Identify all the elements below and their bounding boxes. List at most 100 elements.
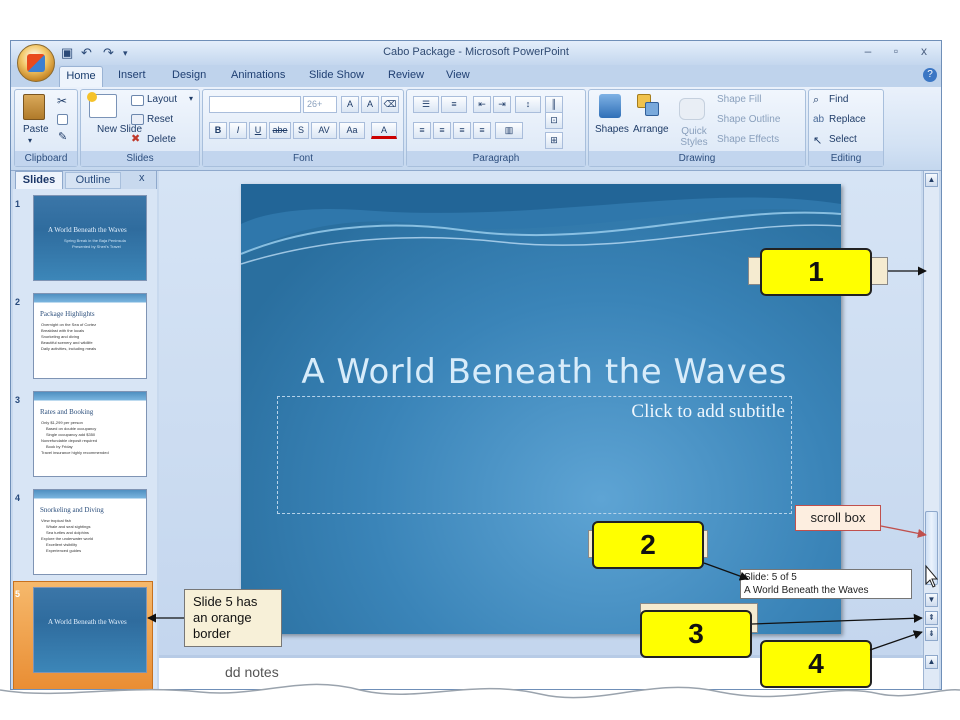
vertical-scrollbar[interactable]: ▲ ▼ ⇞ ⇟ ▲ [923, 171, 939, 689]
title-bar: ▣ ↶ ↷ ▾ Cabo Package - Microsoft PowerPo… [11, 41, 941, 65]
font-color-button[interactable]: A [371, 122, 397, 139]
thumbnail-title: Snorkeling and Diving [40, 506, 104, 514]
slide-thumbnail-4[interactable]: Snorkeling and Diving View tropical fish… [33, 489, 147, 575]
find-button[interactable]: Find [829, 94, 848, 105]
tab-animations[interactable]: Animations [231, 69, 285, 81]
thumbnail-line: Whale and seal sightings [46, 524, 91, 529]
copy-icon[interactable] [57, 114, 68, 125]
align-right-button[interactable]: ≡ [453, 122, 471, 139]
paste-button[interactable]: Paste [23, 124, 49, 135]
reset-button[interactable]: Reset [147, 114, 173, 125]
subtitle-placeholder[interactable]: Click to add subtitle [277, 396, 792, 514]
grow-font-button[interactable]: A [341, 96, 359, 113]
shape-fill-button[interactable]: Shape Fill [717, 94, 761, 105]
numbering-button[interactable]: ≡ [441, 96, 467, 113]
tab-view[interactable]: View [446, 69, 470, 81]
restore-button[interactable]: ▫ [887, 44, 905, 58]
replace-button[interactable]: Replace [829, 114, 866, 125]
shrink-font-button[interactable]: A [361, 96, 379, 113]
shape-outline-button[interactable]: Shape Outline [717, 114, 780, 125]
center-button[interactable]: ≡ [433, 122, 451, 139]
delete-icon: ✖ [131, 133, 141, 145]
scroll-up-button[interactable]: ▲ [925, 173, 938, 187]
tab-home[interactable]: Home [59, 66, 103, 87]
tab-review[interactable]: Review [388, 69, 424, 81]
thumbnail-number: 5 [15, 589, 21, 599]
slide-thumbnail-5[interactable]: A World Beneath the Waves [33, 587, 147, 673]
thumbnail-number: 2 [15, 297, 21, 307]
align-left-button[interactable]: ≡ [413, 122, 431, 139]
clear-formatting-button[interactable]: ⌫ [381, 96, 399, 113]
tab-design[interactable]: Design [172, 69, 206, 81]
subtitle-placeholder-text: Click to add subtitle [631, 401, 785, 422]
help-icon[interactable]: ? [923, 68, 937, 82]
shapes-icon[interactable] [599, 94, 621, 118]
columns-button[interactable]: ▥ [495, 122, 523, 139]
text-direction-button[interactable]: ║ [545, 96, 563, 113]
smartart-button[interactable]: ⊞ [545, 132, 563, 149]
new-slide-star-icon [87, 92, 97, 102]
slide-thumbnail-3[interactable]: Rates and Booking Only $1,299 per person… [33, 391, 147, 477]
pane-close-icon[interactable]: x [139, 172, 145, 184]
font-name-field[interactable] [209, 96, 301, 113]
slide-thumbnail-2[interactable]: Package Highlights Overnight on the Sea … [33, 293, 147, 379]
tooltip-slide-number: Slide: 5 of 5 [744, 572, 797, 583]
clipboard-group-label: Clipboard [15, 151, 77, 166]
slides-group-label: Slides [81, 151, 199, 166]
scroll-down-button[interactable]: ▼ [925, 593, 938, 607]
tab-slide-show[interactable]: Slide Show [309, 69, 364, 81]
paste-icon[interactable] [23, 94, 45, 120]
notes-placeholder: dd notes [225, 664, 279, 680]
line-spacing-button[interactable]: ↕ [515, 96, 541, 113]
next-slide-button[interactable]: ⇟ [925, 627, 938, 641]
thumbnail-line: Presented by Sheri's Travel [72, 244, 121, 249]
increase-indent-button[interactable]: ⇥ [493, 96, 511, 113]
reset-icon [131, 114, 144, 125]
slide-thumbnail-1[interactable]: A World Beneath the Waves Spring Break i… [33, 195, 147, 281]
close-button[interactable]: x [915, 44, 933, 58]
align-text-button[interactable]: ⊡ [545, 112, 563, 129]
decrease-indent-button[interactable]: ⇤ [473, 96, 491, 113]
delete-button[interactable]: Delete [147, 134, 176, 145]
shapes-button[interactable]: Shapes [595, 124, 629, 135]
italic-button[interactable]: I [229, 122, 247, 139]
layout-button[interactable]: Layout [147, 94, 177, 105]
scroll-box[interactable] [925, 511, 938, 585]
select-button[interactable]: Select [829, 134, 857, 145]
thumbnail-line: Breakfast with the locals [41, 328, 85, 333]
layout-dropdown-icon[interactable]: ▾ [189, 94, 193, 103]
thumbnail-number: 4 [15, 493, 21, 503]
bold-button[interactable]: B [209, 122, 227, 139]
tab-outline[interactable]: Outline [65, 172, 121, 189]
change-case-button[interactable]: Aa [339, 122, 365, 139]
notes-scroll-up-button[interactable]: ▲ [925, 655, 938, 669]
slides-pane: Slides Outline x 1 A World Beneath the W… [13, 171, 157, 689]
quick-styles-icon[interactable] [679, 98, 705, 120]
minimize-button[interactable]: – [859, 44, 877, 58]
slide-title[interactable]: A World Beneath the Waves [301, 352, 787, 392]
justify-button[interactable]: ≡ [473, 122, 491, 139]
cut-icon[interactable]: ✂ [57, 94, 67, 108]
shape-effects-button[interactable]: Shape Effects [717, 134, 779, 145]
strikethrough-button[interactable]: abe [269, 122, 291, 139]
paragraph-group-label: Paragraph [407, 151, 585, 166]
callout-4: 4 [760, 640, 872, 688]
thumbnail-line: Nonrefundable deposit required [41, 438, 98, 443]
format-painter-icon[interactable]: ✎ [58, 130, 67, 143]
office-button[interactable] [17, 44, 55, 82]
bullets-button[interactable]: ☰ [413, 96, 439, 113]
slide-canvas[interactable]: A World Beneath the Waves Click to add s… [241, 184, 841, 634]
thumbnail-line: Snorkeling and diving [41, 334, 80, 339]
arrange-button[interactable]: Arrange [633, 124, 669, 135]
quick-styles-button[interactable]: Quick Styles [677, 126, 711, 148]
character-spacing-button[interactable]: AV [311, 122, 337, 139]
shadow-button[interactable]: S [293, 122, 309, 139]
tab-insert[interactable]: Insert [118, 69, 146, 81]
scroll-tooltip: Slide: 5 of 5 A World Beneath the Waves [740, 569, 912, 599]
paste-dropdown-icon[interactable]: ▾ [28, 136, 32, 145]
tab-slides[interactable]: Slides [15, 171, 63, 189]
thumbnail-list[interactable]: 1 A World Beneath the Waves Spring Break… [13, 189, 157, 689]
underline-button[interactable]: U [249, 122, 267, 139]
font-size-field[interactable]: 26+ [303, 96, 337, 113]
previous-slide-button[interactable]: ⇞ [925, 611, 938, 625]
